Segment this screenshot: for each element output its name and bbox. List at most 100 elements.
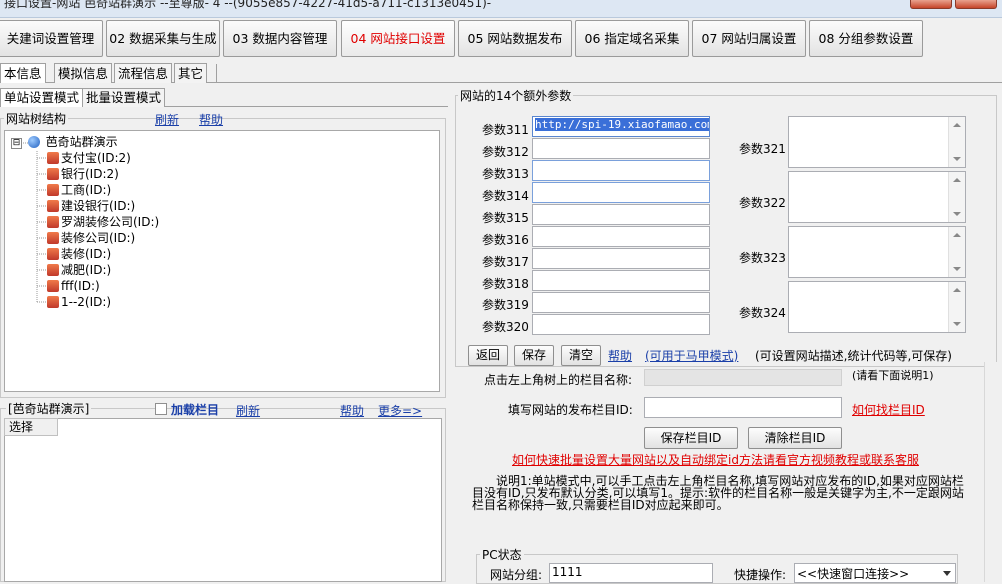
site-node-icon xyxy=(47,296,59,308)
main-tab-label: 06 指定域名采集 xyxy=(584,31,680,46)
param-312-input[interactable] xyxy=(532,138,710,159)
right-panel-scrollbar[interactable] xyxy=(984,362,1002,582)
close-button[interactable] xyxy=(955,0,997,9)
main-tab-label: 04 网站接口设置 xyxy=(350,31,446,46)
param-311-input[interactable]: http://spi-19.xiaofamao.com/s xyxy=(532,116,710,137)
param-label: 参数313 xyxy=(482,167,529,181)
tree-node-label: 支付宝(ID:2) xyxy=(61,151,131,165)
site-node-icon xyxy=(47,152,59,164)
chevron-down-icon xyxy=(943,571,951,576)
main-tab-interface[interactable]: 04 网站接口设置 xyxy=(341,20,455,57)
tree-node[interactable]: 装修公司(ID:) xyxy=(47,230,135,246)
param-314-input[interactable] xyxy=(532,182,710,203)
site-node-icon xyxy=(47,280,59,292)
param-317-input[interactable] xyxy=(532,248,710,269)
save-button[interactable]: 保存 xyxy=(514,345,554,366)
column-help-link[interactable]: 帮助 xyxy=(340,402,364,419)
load-column-label[interactable]: 加载栏目 xyxy=(171,401,219,418)
load-column-checkbox[interactable] xyxy=(155,403,167,415)
tree-node[interactable]: 减肥(ID:) xyxy=(47,262,111,278)
tree-node[interactable]: 1--2(ID:) xyxy=(47,294,111,310)
param-316-input[interactable] xyxy=(532,226,710,247)
param-320-input[interactable] xyxy=(532,314,710,335)
quick-action-value: <<快速窗口连接>> xyxy=(797,567,910,581)
tab-batch-mode[interactable]: 批量设置模式 xyxy=(82,88,166,107)
main-tab-site-owner[interactable]: 07 网站归属设置 xyxy=(692,20,806,57)
param-label: 参数316 xyxy=(482,233,529,247)
main-tab-collect[interactable]: 02 数据采集与生成 xyxy=(106,20,220,57)
param-label: 参数324 xyxy=(739,306,786,320)
tree-node-label: 工商(ID:) xyxy=(61,183,112,197)
param-315-input[interactable] xyxy=(532,204,710,225)
column-list[interactable] xyxy=(4,418,442,582)
tab-simulate-info[interactable]: 模拟信息 xyxy=(54,63,113,83)
param-label: 参数319 xyxy=(482,298,529,312)
tree-refresh-link[interactable]: 刷新 xyxy=(155,111,179,128)
tree-node[interactable]: 装修(ID:) xyxy=(47,246,111,262)
collapse-icon[interactable]: ⊟ xyxy=(11,138,22,149)
column-more-link[interactable]: 更多=> xyxy=(378,402,422,419)
params-help-link[interactable]: 帮助 xyxy=(608,347,632,364)
tree-node[interactable]: 建设银行(ID:) xyxy=(47,198,135,214)
minimize-button[interactable] xyxy=(910,0,952,9)
param-321-textarea[interactable] xyxy=(788,116,966,168)
tree-root[interactable]: ⊟ 芭奇站群演示 xyxy=(11,134,118,150)
param-324-textarea[interactable] xyxy=(788,281,966,333)
tree-node[interactable]: 罗湖装修公司(ID:) xyxy=(47,214,159,230)
save-column-id-button[interactable]: 保存栏目ID xyxy=(644,427,738,449)
tab-single-mode[interactable]: 单站设置模式 xyxy=(0,88,84,107)
main-tab-label: 05 网站数据发布 xyxy=(467,31,563,46)
tree-node-label: 罗湖装修公司(ID:) xyxy=(61,215,160,229)
tree-node[interactable]: 工商(ID:) xyxy=(47,182,111,198)
find-column-id-link[interactable]: 如何找栏目ID xyxy=(852,401,925,418)
main-tab-publish[interactable]: 05 网站数据发布 xyxy=(458,20,572,57)
param-323-textarea[interactable] xyxy=(788,226,966,278)
pc-status-title: PC状态 xyxy=(480,546,524,563)
param-label: 参数318 xyxy=(482,277,529,291)
clear-button[interactable]: 清空 xyxy=(561,345,601,366)
tab-label: 模拟信息 xyxy=(58,66,109,81)
main-tab-domain-collect[interactable]: 06 指定域名采集 xyxy=(575,20,689,57)
tab-basic-info[interactable]: 本信息 xyxy=(0,63,46,83)
quick-action-select[interactable]: <<快速窗口连接>> xyxy=(794,563,956,583)
site-node-icon xyxy=(47,264,59,276)
param-label: 参数317 xyxy=(482,255,529,269)
param-label: 参数312 xyxy=(482,145,529,159)
param-322-textarea[interactable] xyxy=(788,171,966,223)
clear-column-id-button[interactable]: 清除栏目ID xyxy=(748,427,842,449)
tree-root-label: 芭奇站群演示 xyxy=(45,135,118,149)
params-note: (可设置网站描述,统计代码等,可保存) xyxy=(755,349,952,363)
column-refresh-link[interactable]: 刷新 xyxy=(236,402,260,419)
scrollbar[interactable] xyxy=(948,117,965,167)
tree-node-label: 装修公司(ID:) xyxy=(61,231,136,245)
site-group-label: 网站分组: xyxy=(490,568,543,582)
main-tab-keywords[interactable]: 关建词设置管理 xyxy=(0,20,103,57)
site-tree-title: 网站树结构 xyxy=(4,110,69,127)
window-title-bar: 接口设置-网站 芭奇站群演示 --至尊版- 4 --(9055e857-4227… xyxy=(0,0,1002,18)
param-313-input[interactable] xyxy=(532,160,710,181)
tree-node-label: 银行(ID:2) xyxy=(61,167,119,181)
tree-node[interactable]: 支付宝(ID:2) xyxy=(47,150,131,166)
site-node-icon xyxy=(47,184,59,196)
tab-flow-info[interactable]: 流程信息 xyxy=(114,63,173,83)
batch-setup-link[interactable]: 如何快速批量设置大量网站以及自动绑定id方法请看官方视频教程或联系客服 xyxy=(512,451,919,468)
scrollbar[interactable] xyxy=(948,172,965,222)
scrollbar[interactable] xyxy=(948,227,965,277)
column-id-input[interactable] xyxy=(644,397,842,418)
site-node-icon xyxy=(47,168,59,180)
param-318-input[interactable] xyxy=(532,270,710,291)
main-tab-content[interactable]: 03 数据内容管理 xyxy=(223,20,337,57)
site-group-value[interactable]: 1111 xyxy=(549,563,713,583)
tree-node[interactable]: fff(ID:) xyxy=(47,278,100,294)
scrollbar[interactable] xyxy=(948,282,965,332)
tree-node-label: 1--2(ID:) xyxy=(61,295,112,309)
param-319-input[interactable] xyxy=(532,292,710,313)
tab-other[interactable]: 其它 xyxy=(174,63,208,83)
site-tree[interactable]: ⊟ 芭奇站群演示 支付宝(ID:2) 银行(ID:2) 工商(ID:) 建设银行… xyxy=(4,130,440,392)
main-tab-group-params[interactable]: 08 分组参数设置 xyxy=(809,20,923,57)
back-button[interactable]: 返回 xyxy=(468,345,508,366)
mama-mode-link[interactable]: (可用于马甲模式) xyxy=(645,347,738,364)
select-column-header[interactable]: 选择 xyxy=(4,418,58,436)
tree-help-link[interactable]: 帮助 xyxy=(199,111,223,128)
tree-node[interactable]: 银行(ID:2) xyxy=(47,166,119,182)
